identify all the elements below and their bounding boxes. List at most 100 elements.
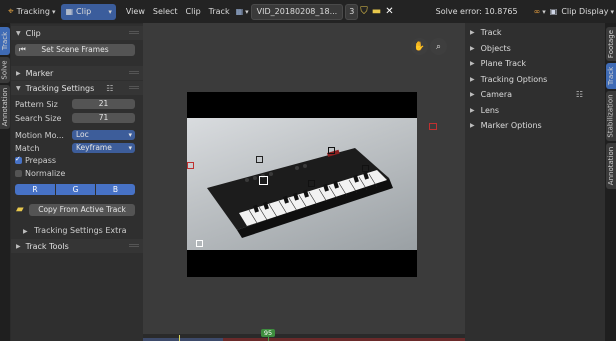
track-marker[interactable]	[328, 147, 335, 154]
tab-track-label: Track	[1, 31, 10, 51]
panel-tracking-options[interactable]: ▶ Tracking Options	[465, 72, 605, 87]
tab-track-right-label: Track	[607, 66, 616, 86]
match-value: Keyframe	[76, 143, 112, 152]
tab-annotation[interactable]: Annotation	[0, 85, 10, 129]
search-size-label: Search Size	[15, 114, 62, 123]
menu-select[interactable]: Select	[149, 4, 182, 20]
pattern-size-label: Pattern Siz	[15, 100, 58, 109]
clip-filename-field[interactable]: VID_20180208_18...	[250, 3, 344, 20]
tab-annotation-right-label: Annotation	[607, 146, 616, 186]
normalize-label: Normalize	[25, 169, 66, 178]
properties-sidebar: ▶ Track ▶ Objects ▶ Plane Track ▶ Tracking O…	[465, 23, 605, 341]
clip-display-dropdown[interactable]: Clip Display ▾	[559, 4, 616, 20]
track-tools-title: Track Tools	[25, 241, 69, 251]
tracking-icon: ⌖	[8, 6, 14, 17]
menu-view[interactable]: View	[122, 4, 149, 20]
panel-track[interactable]: ▶ Track	[465, 25, 605, 40]
track-marker[interactable]	[196, 240, 203, 247]
collapsed-triangle-icon: ▶	[470, 45, 475, 52]
top-header-bar: ⌖ Tracking ▾ ▦ Clip ▾ View Select Clip T…	[0, 0, 616, 23]
menu-track[interactable]: Track	[205, 4, 234, 20]
checkmark-icon: ✓	[15, 155, 21, 163]
pan-hand-icon[interactable]: ✋	[411, 38, 428, 55]
collapsed-triangle-icon: ▶	[470, 76, 475, 83]
clip-display-toggle-icon[interactable]: ▣	[548, 4, 560, 20]
overlay-toggle[interactable]: ∞ ▾	[532, 4, 548, 20]
track-marker[interactable]	[256, 156, 263, 163]
paste-icon: ▰	[16, 204, 24, 215]
drag-grip-icon[interactable]	[129, 86, 139, 90]
tab-stabilization[interactable]: Stabilization	[606, 91, 616, 141]
clip-user-count: 3	[345, 3, 359, 20]
movie-clip-icon: ▦	[235, 7, 244, 16]
preset-list-icon[interactable]: ☷	[576, 90, 583, 99]
current-frame-indicator[interactable]: 95	[261, 329, 275, 337]
match-label: Match	[15, 144, 40, 153]
clip-timeline-strip[interactable]	[143, 334, 465, 341]
clip-display-label: Clip Display	[561, 7, 609, 16]
tab-annotation-right[interactable]: Annotation	[606, 143, 616, 189]
panel-plane-track-label: Plane Track	[480, 59, 527, 68]
mode-selector[interactable]: ▦ Clip ▾	[61, 3, 116, 20]
chevron-down-icon: ▾	[542, 7, 546, 16]
panel-objects[interactable]: ▶ Objects	[465, 41, 605, 56]
panel-lens[interactable]: ▶ Lens	[465, 103, 605, 118]
preset-list-icon[interactable]: ☷	[106, 84, 113, 93]
drag-grip-icon[interactable]	[129, 244, 139, 248]
track-marker[interactable]	[187, 162, 194, 169]
normalize-checkbox[interactable]	[15, 170, 22, 177]
tab-stabilization-label: Stabilization	[607, 94, 616, 138]
channel-r-toggle[interactable]: R	[15, 184, 55, 195]
track-marker[interactable]	[308, 180, 315, 187]
search-size-field[interactable]: 71	[72, 113, 135, 123]
set-scene-frames-label: Set Scene Frames	[41, 45, 109, 54]
toolbar-sidebar: ▼ Clip ⏮ Set Scene Frames ▶ Marker ▼ Tra…	[11, 24, 143, 341]
workspace-selector[interactable]: ⌖ Tracking ▾	[4, 4, 59, 20]
panel-camera[interactable]: ▶ Camera ☷	[465, 87, 605, 102]
active-track-marker[interactable]	[259, 176, 268, 185]
track-marker[interactable]	[429, 123, 437, 130]
set-scene-frames-button[interactable]: ⏮ Set Scene Frames	[15, 44, 135, 56]
panel-lens-label: Lens	[480, 106, 500, 115]
marker-panel-header[interactable]: ▶ Marker	[11, 66, 143, 80]
expanded-triangle-icon: ▼	[16, 84, 21, 92]
fake-user-shield-icon[interactable]: ⛉	[358, 4, 370, 20]
channel-b-toggle[interactable]: B	[96, 184, 135, 195]
tab-annotation-label: Annotation	[1, 87, 10, 127]
collapsed-triangle-icon: ▶	[16, 69, 21, 77]
tab-track-right[interactable]: Track	[606, 63, 616, 89]
clip-panel-title: Clip	[25, 28, 41, 38]
zoom-magnifier-icon[interactable]: ⌕	[430, 38, 447, 55]
panel-plane-track[interactable]: ▶ Plane Track	[465, 56, 605, 71]
menu-clip[interactable]: Clip	[182, 4, 205, 20]
clip-image-keyboard	[187, 118, 417, 250]
track-tools-header[interactable]: ▶ Track Tools	[11, 239, 143, 253]
panel-track-label: Track	[480, 28, 502, 37]
clip-browse-button[interactable]: ▦ ▾	[234, 4, 251, 20]
track-marker[interactable]	[362, 165, 369, 172]
clip-panel-header[interactable]: ▼ Clip	[11, 26, 143, 40]
frame-range-icon: ⏮	[19, 45, 26, 54]
tracking-settings-header[interactable]: ▼ Tracking Settings ☷	[11, 81, 143, 95]
drag-grip-icon[interactable]	[129, 31, 139, 35]
prepass-label: Prepass	[25, 156, 57, 165]
tab-track[interactable]: Track	[0, 27, 10, 55]
copy-from-active-track-button[interactable]: Copy From Active Track	[29, 204, 135, 216]
drag-grip-icon[interactable]	[129, 71, 139, 75]
prepass-checkbox[interactable]: ✓	[15, 155, 22, 164]
tab-solve[interactable]: Solve	[0, 57, 10, 83]
collapsed-triangle-icon: ▶	[470, 91, 475, 98]
close-icon[interactable]: ✕	[383, 4, 395, 20]
panel-marker-options[interactable]: ▶ Marker Options	[465, 118, 605, 133]
tracking-settings-title: Tracking Settings	[25, 83, 95, 93]
tracking-settings-extra-subpanel[interactable]: ▶ Tracking Settings Extra	[23, 226, 127, 235]
match-dropdown[interactable]: Keyframe ▾	[72, 143, 135, 153]
chevron-down-icon: ▾	[108, 7, 112, 16]
channel-g-toggle[interactable]: G	[56, 184, 95, 195]
folder-icon[interactable]: ▬	[370, 4, 383, 20]
motion-model-dropdown[interactable]: Loc ▾	[72, 130, 135, 140]
pattern-size-field[interactable]: 21	[72, 99, 135, 109]
keyframe-tick	[179, 335, 180, 341]
tab-footage[interactable]: Footage	[606, 27, 616, 61]
chevron-down-icon: ▾	[610, 7, 614, 16]
